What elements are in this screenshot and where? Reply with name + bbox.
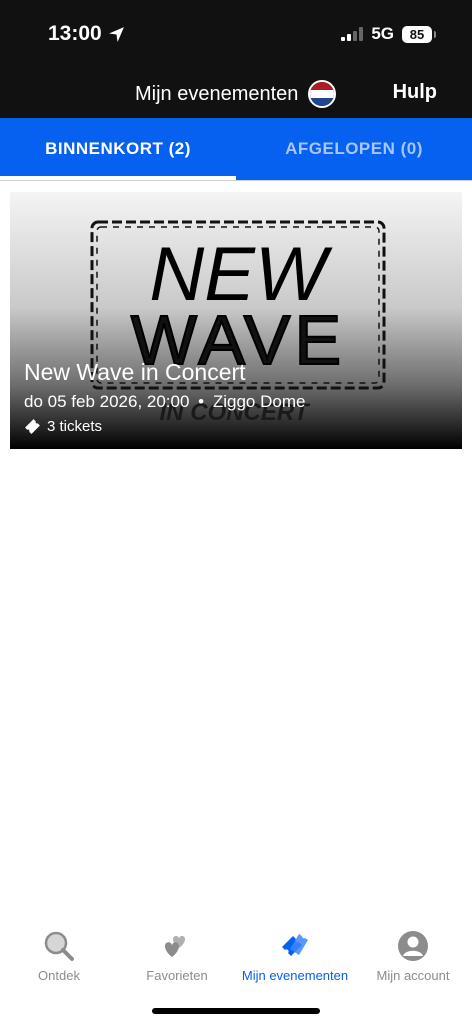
help-button[interactable]: Hulp [393, 81, 437, 104]
page-title[interactable]: Mijn evenementen [135, 80, 337, 108]
tab-upcoming[interactable]: BINNENKORT (2) [0, 118, 236, 180]
event-datetime: do 05 feb 2026, 20:00 [24, 392, 190, 411]
battery-icon: 85 [402, 25, 436, 43]
nav-account[interactable]: Mijn account [354, 920, 472, 990]
status-indicators: 5G 85 [341, 24, 436, 44]
nav-favorites[interactable]: Favorieten [118, 920, 236, 990]
home-indicator[interactable] [152, 1008, 320, 1014]
nav-favorites-label: Favorieten [146, 968, 208, 983]
bottom-navigation: Ontdek Favorieten Mijn evenementen Mijn … [0, 920, 472, 990]
meta-separator: • [198, 392, 205, 411]
event-tickets: 3 tickets [24, 418, 305, 435]
event-tabs: BINNENKORT (2) AFGELOPEN (0) [0, 118, 472, 180]
nav-my-events-label: Mijn evenementen [241, 968, 349, 983]
network-label: 5G [371, 24, 394, 43]
nav-discover-label: Ontdek [38, 968, 80, 983]
tab-divider [0, 180, 472, 181]
account-icon [397, 930, 429, 962]
nav-discover[interactable]: Ontdek [0, 920, 118, 990]
event-venue: Ziggo Dome [212, 392, 306, 411]
search-icon [43, 930, 75, 962]
tab-past[interactable]: AFGELOPEN (0) [236, 118, 472, 180]
event-title: New Wave in Concert [24, 359, 246, 385]
signal-icon [341, 27, 364, 41]
tickets-count: 3 tickets [47, 418, 103, 435]
app-header: Mijn evenementen Hulp [0, 70, 472, 118]
event-card[interactable]: NEW WAVE IN CONCERT New Wave in Concert … [10, 192, 462, 449]
ticket-icon [25, 419, 40, 434]
event-meta: do 05 feb 2026, 20:00 • Ziggo Dome [24, 392, 305, 412]
status-bar: 13:00 5G 85 [0, 0, 472, 70]
event-info: New Wave in Concert do 05 feb 2026, 20:0… [24, 359, 305, 435]
hearts-icon [161, 930, 193, 962]
netherlands-flag-icon[interactable] [308, 80, 337, 108]
location-arrow-icon [108, 26, 124, 42]
status-time: 13:00 [48, 22, 125, 46]
nav-account-label: Mijn account [376, 968, 450, 983]
tickets-icon [279, 930, 311, 962]
nav-my-events[interactable]: Mijn evenementen [236, 920, 354, 990]
